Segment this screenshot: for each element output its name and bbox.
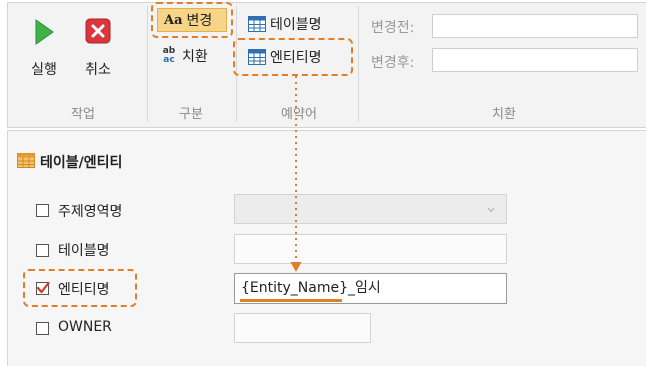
subject-area-label: 주제영역명	[58, 204, 123, 220]
replace-ab-icon: ab ac	[160, 47, 178, 65]
group-label-replace: 치환	[492, 107, 516, 122]
cancel-label: 취소	[85, 62, 111, 78]
owner-label: OWNER	[58, 319, 112, 335]
panel-title: 테이블/엔티티	[40, 155, 123, 171]
before-label: 변경전:	[371, 20, 415, 36]
table-name-input[interactable]	[234, 234, 507, 264]
table-name-checkbox[interactable]	[36, 244, 49, 257]
cancel-button[interactable]: 취소	[76, 18, 120, 84]
owner-checkbox[interactable]	[36, 322, 49, 335]
highlight-entity-name-button	[233, 38, 353, 76]
group-label-work: 작업	[71, 107, 95, 122]
run-button[interactable]: 실행	[22, 18, 66, 84]
highlight-entity-name-row	[23, 269, 137, 307]
table-name-button[interactable]: 테이블명	[248, 13, 322, 35]
connector-arrow	[290, 76, 302, 272]
subject-area-checkbox[interactable]	[36, 204, 49, 217]
subject-area-select[interactable]	[234, 194, 507, 224]
entity-name-underline	[240, 299, 342, 302]
before-input[interactable]	[432, 14, 638, 38]
chevron-down-icon	[487, 207, 495, 213]
after-input[interactable]	[432, 48, 638, 72]
grid-icon	[248, 16, 266, 32]
ribbon-divider	[147, 6, 148, 122]
highlight-change-button	[151, 2, 233, 38]
table-name-row-label: 테이블명	[58, 243, 110, 259]
run-label: 실행	[31, 62, 57, 78]
after-label: 변경후:	[371, 55, 415, 71]
table-name-label: 테이블명	[270, 17, 322, 33]
replace-button[interactable]: ab ac 치환	[160, 44, 208, 68]
play-icon	[35, 19, 54, 45]
table-icon	[17, 153, 35, 172]
owner-input[interactable]	[234, 313, 371, 343]
group-label-type: 구분	[179, 107, 203, 122]
ribbon-divider	[358, 6, 359, 122]
replace-label: 치환	[182, 49, 208, 65]
close-icon	[85, 18, 111, 44]
replace-ab-bottom: ac	[163, 55, 175, 65]
